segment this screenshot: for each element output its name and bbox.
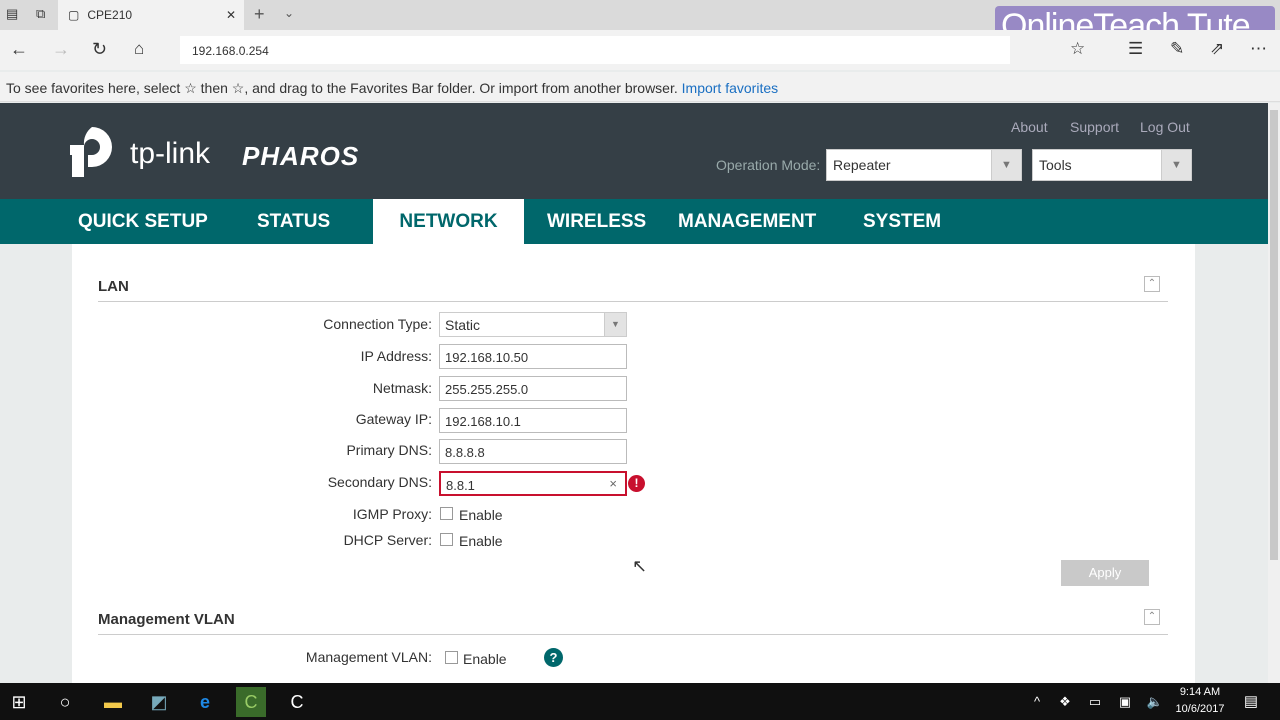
dropbox-icon[interactable]: ❖ bbox=[1050, 687, 1080, 717]
igmp-proxy-checkbox[interactable] bbox=[440, 507, 453, 520]
windows-start-icon[interactable]: ⊞ bbox=[4, 687, 34, 717]
nav-network[interactable]: NETWORK bbox=[373, 199, 524, 244]
support-link[interactable]: Support bbox=[1070, 119, 1119, 135]
netmask-label: Netmask: bbox=[372, 380, 432, 396]
tab-title: CPE210 bbox=[87, 8, 133, 22]
logout-link[interactable]: Log Out bbox=[1140, 119, 1190, 135]
new-tab-icon[interactable]: + bbox=[254, 4, 265, 25]
tabs-aside-icon[interactable]: ▤ bbox=[6, 6, 18, 22]
clear-icon[interactable]: × bbox=[609, 476, 617, 491]
more-icon[interactable]: ⋯ bbox=[1250, 39, 1267, 59]
clock-date[interactable]: 10/6/2017 bbox=[1172, 703, 1228, 715]
url-input[interactable]: 192.168.0.254 bbox=[180, 36, 1010, 64]
collapse-icon[interactable]: ⌃ bbox=[1144, 276, 1160, 292]
vlan-enable-label: Enable bbox=[463, 651, 507, 667]
chevron-down-icon[interactable]: ⌄ bbox=[284, 6, 294, 20]
secondary-dns-value: 8.8.1 bbox=[446, 478, 475, 493]
netmask-input[interactable]: 255.255.255.0 bbox=[439, 376, 627, 401]
edge-icon[interactable]: e bbox=[190, 687, 220, 717]
chevron-down-icon: ▼ bbox=[604, 313, 626, 336]
share-icon[interactable]: ⇗ bbox=[1210, 39, 1224, 59]
connection-type-label: Connection Type: bbox=[323, 316, 432, 332]
connection-type-select[interactable]: Static ▼ bbox=[439, 312, 627, 337]
dhcp-server-checkbox[interactable] bbox=[440, 533, 453, 546]
chevron-down-icon: ▼ bbox=[1161, 150, 1191, 180]
refresh-icon[interactable]: ↻ bbox=[92, 39, 107, 60]
lan-section-header: LAN ⌃ bbox=[98, 276, 1168, 302]
network-icon[interactable]: ▣ bbox=[1110, 687, 1140, 717]
product-name: PHAROS bbox=[242, 141, 360, 171]
file-explorer-icon[interactable]: ▬ bbox=[98, 687, 128, 717]
set-aside-icon[interactable]: ⧉ bbox=[36, 6, 45, 22]
tp-link-logo bbox=[70, 123, 126, 179]
ip-address-input[interactable]: 192.168.10.50 bbox=[439, 344, 627, 369]
nav-system[interactable]: SYSTEM bbox=[863, 199, 941, 244]
app-icon[interactable]: ◩ bbox=[144, 687, 174, 717]
management-vlan-checkbox[interactable] bbox=[445, 651, 458, 664]
import-favorites-link[interactable]: Import favorites bbox=[682, 80, 778, 96]
primary-dns-input[interactable]: 8.8.8.8 bbox=[439, 439, 627, 464]
tools-select[interactable]: Tools ▼ bbox=[1032, 149, 1192, 181]
action-center-icon[interactable]: ▤ bbox=[1236, 687, 1266, 717]
operation-mode-value: Repeater bbox=[833, 157, 891, 173]
cortana-icon[interactable]: ○ bbox=[50, 687, 80, 717]
gateway-ip-input[interactable]: 192.168.10.1 bbox=[439, 408, 627, 433]
page-icon: ▢ bbox=[68, 8, 80, 22]
content-panel: LAN ⌃ Connection Type: Static ▼ IP Address… bbox=[72, 244, 1195, 684]
favorites-hint: To see favorites here, select ☆ then ☆, … bbox=[6, 80, 678, 96]
ip-address-label: IP Address: bbox=[360, 348, 432, 364]
chevron-down-icon: ▼ bbox=[991, 150, 1021, 180]
camtasia-icon[interactable]: C bbox=[236, 687, 266, 717]
gateway-ip-label: Gateway IP: bbox=[355, 411, 432, 427]
scrollbar-thumb[interactable] bbox=[1270, 110, 1278, 560]
brand-name: tp-link bbox=[130, 137, 211, 170]
battery-icon[interactable]: ▭ bbox=[1080, 687, 1110, 717]
router-header: tp-link PHAROS About Support Log Out Ope… bbox=[0, 103, 1268, 199]
collapse-icon[interactable]: ⌃ bbox=[1144, 609, 1160, 625]
forward-icon[interactable]: → bbox=[52, 39, 70, 60]
operation-mode-select[interactable]: Repeater ▼ bbox=[826, 149, 1022, 181]
dhcp-enable-label: Enable bbox=[459, 533, 503, 549]
notes-icon[interactable]: ✎ bbox=[1170, 39, 1184, 59]
nav-management[interactable]: MANAGEMENT bbox=[678, 199, 816, 244]
apply-button[interactable]: Apply bbox=[1061, 560, 1149, 586]
camtasia-recorder-icon[interactable]: C bbox=[282, 687, 312, 717]
tools-value: Tools bbox=[1039, 157, 1072, 173]
clock-time[interactable]: 9:14 AM bbox=[1172, 686, 1228, 698]
error-icon: ! bbox=[628, 475, 645, 492]
hub-icon[interactable]: ☰ bbox=[1128, 39, 1143, 59]
operation-mode-label: Operation Mode: bbox=[716, 157, 821, 173]
back-icon[interactable]: ← bbox=[10, 39, 28, 60]
browser-tab[interactable]: ▢ CPE210 ✕ bbox=[58, 0, 244, 30]
vlan-title: Management VLAN bbox=[98, 611, 235, 628]
volume-icon[interactable]: 🔈 bbox=[1140, 687, 1170, 717]
igmp-enable-label: Enable bbox=[459, 507, 503, 523]
secondary-dns-label: Secondary DNS: bbox=[327, 474, 432, 490]
vlan-section-header: Management VLAN ⌃ bbox=[98, 609, 1168, 635]
management-vlan-label: Management VLAN: bbox=[305, 649, 432, 665]
home-icon[interactable]: ⌂ bbox=[134, 39, 144, 59]
nav-quick-setup[interactable]: QUICK SETUP bbox=[78, 199, 208, 244]
mouse-cursor-icon: ↖ bbox=[632, 556, 648, 576]
lan-title: LAN bbox=[98, 278, 129, 295]
taskbar: ⊞ ○ ▬ ◩ e C C ^ ❖ ▭ ▣ 🔈 9:14 AM 10/6/201… bbox=[0, 683, 1280, 720]
favorite-star-icon[interactable]: ☆ bbox=[1070, 39, 1085, 59]
nav-status[interactable]: STATUS bbox=[257, 199, 330, 244]
igmp-proxy-label: IGMP Proxy: bbox=[352, 506, 432, 522]
dhcp-server-label: DHCP Server: bbox=[343, 532, 432, 548]
primary-dns-label: Primary DNS: bbox=[346, 442, 432, 458]
nav-wireless[interactable]: WIRELESS bbox=[547, 199, 646, 244]
help-icon[interactable]: ? bbox=[544, 648, 563, 667]
connection-type-value: Static bbox=[445, 317, 481, 333]
close-tab-icon[interactable]: ✕ bbox=[226, 8, 236, 22]
chevron-up-icon[interactable]: ^ bbox=[1022, 687, 1052, 717]
main-nav: QUICK SETUP STATUS NETWORK WIRELESS MANA… bbox=[0, 199, 1268, 244]
about-link[interactable]: About bbox=[1011, 119, 1048, 135]
favorites-bar: To see favorites here, select ☆ then ☆, … bbox=[0, 72, 1280, 102]
secondary-dns-input[interactable]: 8.8.1 × bbox=[439, 471, 627, 496]
